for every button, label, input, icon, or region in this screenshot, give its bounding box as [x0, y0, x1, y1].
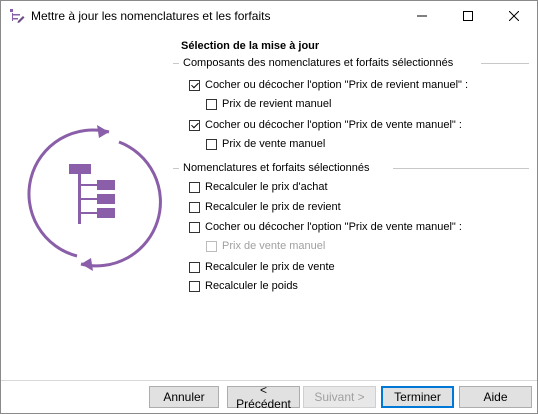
- close-button[interactable]: [491, 1, 537, 32]
- option-recalc-sale-price[interactable]: Recalculer le prix de vente: [189, 261, 335, 273]
- option-label: Prix de vente manuel: [222, 138, 326, 150]
- option-label: Prix de revient manuel: [222, 98, 332, 110]
- app-icon: [9, 8, 25, 24]
- option-manual-sale-price-2: Prix de vente manuel: [206, 240, 325, 252]
- checkbox[interactable]: [189, 79, 200, 91]
- option-manual-cost-price[interactable]: Prix de revient manuel: [206, 98, 331, 110]
- checkbox[interactable]: [189, 261, 200, 273]
- refresh-nomenclature-icon: [23, 124, 167, 274]
- group1-line-right: [481, 63, 529, 64]
- maximize-button[interactable]: [445, 1, 491, 32]
- checkbox[interactable]: [189, 280, 200, 292]
- group2-line-left: [173, 168, 179, 169]
- option-label: Prix de vente manuel: [222, 240, 326, 252]
- help-button[interactable]: Aide: [459, 386, 532, 408]
- option-toggle-manual-sale-price[interactable]: Cocher ou décocher l'option "Prix de ven…: [189, 119, 462, 131]
- section-heading: Sélection de la mise à jour: [181, 40, 320, 52]
- group1-title: Composants des nomenclatures et forfaits…: [183, 57, 454, 69]
- checkbox[interactable]: [206, 98, 217, 110]
- option-toggle-manual-sale-price-2[interactable]: Cocher ou décocher l'option "Prix de ven…: [189, 221, 462, 233]
- option-label: Recalculer le poids: [205, 280, 298, 292]
- option-label: Recalculer le prix de vente: [205, 261, 335, 273]
- checkbox[interactable]: [189, 181, 200, 193]
- group2-line-right: [393, 168, 529, 169]
- option-label: Recalculer le prix de revient: [205, 201, 341, 213]
- minimize-icon: [417, 10, 427, 24]
- option-label: Recalculer le prix d'achat: [205, 181, 328, 193]
- option-toggle-manual-cost-price[interactable]: Cocher ou décocher l'option "Prix de rev…: [189, 79, 468, 91]
- option-label: Cocher ou décocher l'option "Prix de ven…: [205, 119, 462, 131]
- option-manual-sale-price[interactable]: Prix de vente manuel: [206, 138, 325, 150]
- option-recalc-cost-price[interactable]: Recalculer le prix de revient: [189, 201, 341, 213]
- title-bar[interactable]: Mettre à jour les nomenclatures et les f…: [1, 1, 537, 32]
- checkbox[interactable]: [189, 201, 200, 213]
- dialog-content: Sélection de la mise à jour Composants d…: [1, 32, 537, 413]
- previous-button[interactable]: < Précédent: [227, 383, 300, 411]
- window-title: Mettre à jour les nomenclatures et les f…: [31, 9, 271, 23]
- finish-button[interactable]: Terminer: [381, 386, 454, 408]
- option-recalc-weight[interactable]: Recalculer le poids: [189, 280, 298, 292]
- footer-divider: [1, 380, 537, 381]
- checkbox[interactable]: [189, 119, 200, 131]
- group2-title: Nomenclatures et forfaits sélectionnés: [183, 162, 370, 174]
- close-icon: [508, 10, 520, 24]
- option-recalc-purchase-price[interactable]: Recalculer le prix d'achat: [189, 181, 328, 193]
- option-label: Cocher ou décocher l'option "Prix de rev…: [205, 79, 469, 91]
- cancel-button[interactable]: Annuler: [149, 386, 219, 408]
- maximize-icon: [463, 10, 473, 24]
- checkbox: [206, 240, 217, 252]
- minimize-button[interactable]: [399, 1, 445, 32]
- checkbox[interactable]: [189, 221, 200, 233]
- checkbox[interactable]: [206, 138, 217, 150]
- next-button[interactable]: Suivant >: [303, 386, 376, 408]
- dialog-window: Mettre à jour les nomenclatures et les f…: [0, 0, 538, 414]
- option-label: Cocher ou décocher l'option "Prix de ven…: [205, 221, 462, 233]
- group1-line-left: [173, 63, 179, 64]
